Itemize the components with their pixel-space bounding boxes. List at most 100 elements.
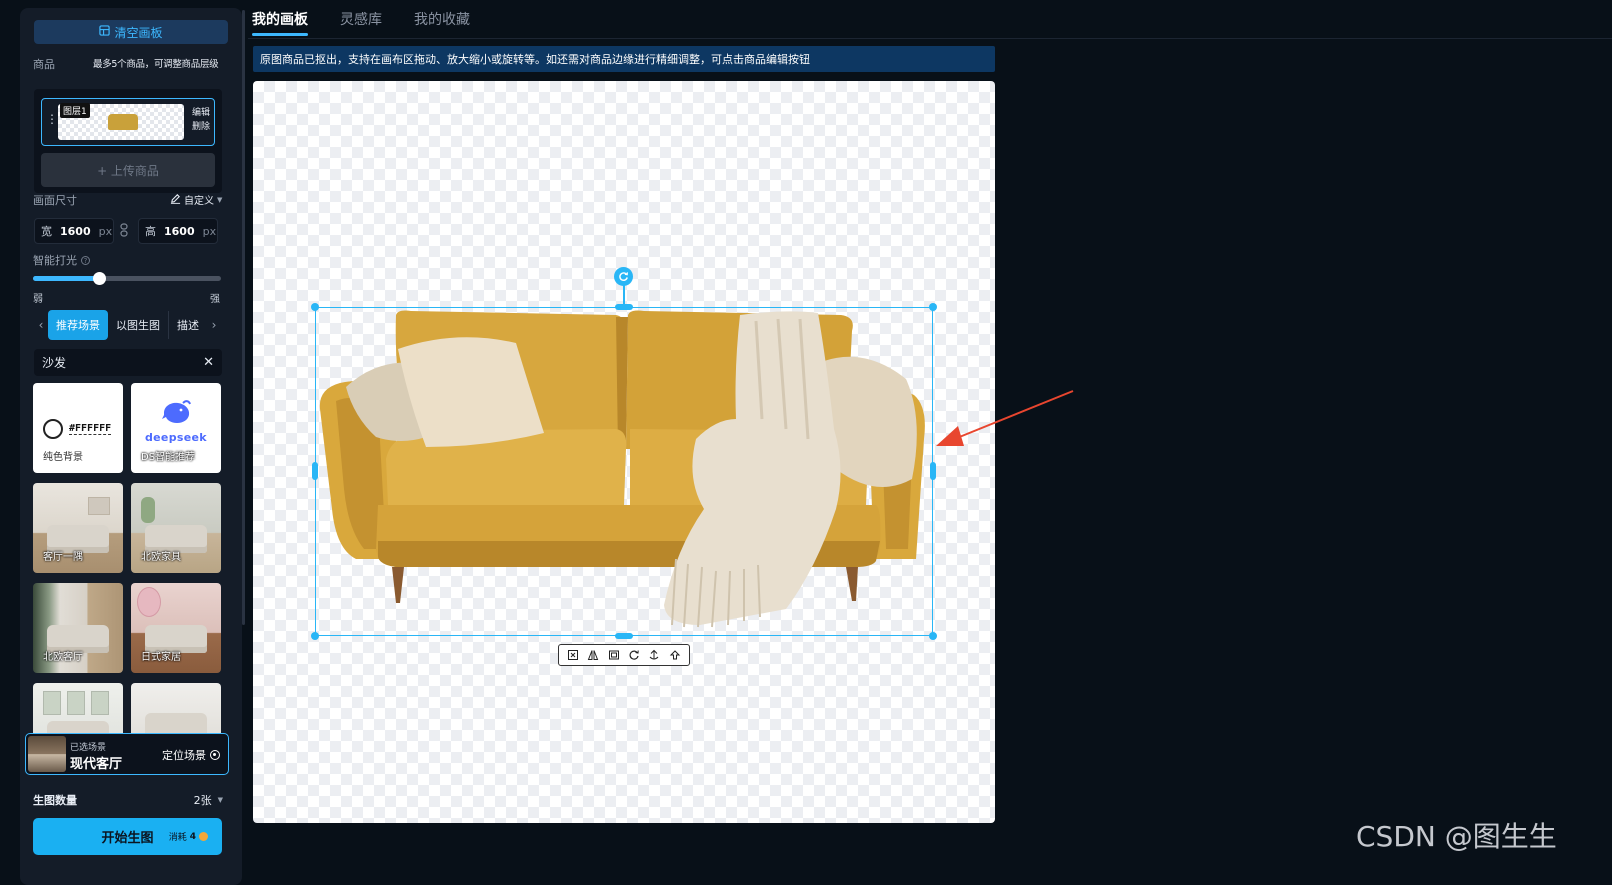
resize-handle-top-left[interactable] (311, 303, 319, 311)
chevron-down-icon: ▼ (217, 796, 223, 804)
height-field[interactable]: 高 1600 px (138, 218, 218, 244)
scene-search-input[interactable]: 沙发 ✕ (34, 349, 222, 376)
chevron-left-icon[interactable]: ‹ (34, 318, 48, 332)
image-count-dropdown[interactable]: 2张 ▼ (194, 792, 223, 808)
clear-canvas-button[interactable]: 清空画板 (34, 20, 228, 44)
anchor-icon[interactable] (646, 647, 662, 663)
cost-indicator: 消耗 4 (169, 830, 208, 843)
help-icon[interactable]: ? (81, 255, 90, 265)
locate-scene-label: 定位场景 (162, 749, 206, 762)
selected-scene-caption: 已选场景 (70, 743, 107, 753)
couch-preview (47, 721, 109, 733)
object-toolbar (558, 644, 690, 666)
link-icon[interactable] (120, 223, 128, 240)
tab-favorites[interactable]: 我的收藏 (414, 0, 470, 38)
flip-icon[interactable] (585, 647, 601, 663)
image-count-value: 2张 (193, 794, 212, 807)
chevron-right-icon[interactable]: › (207, 318, 221, 332)
wall-art (43, 691, 61, 715)
notice-bar: 原图商品已抠出，支持在画布区拖动、放大缩小或旋转等。如还需对商品边缘进行精细调整… (253, 46, 995, 72)
product-list: ⋮ 图层1 编辑 删除 + 上传商品 (34, 89, 222, 193)
layout-icon (99, 25, 111, 39)
resize-handle-top-right[interactable] (929, 303, 937, 311)
blossom-art (137, 587, 161, 617)
locate-scene-button[interactable]: 定位场景 (162, 747, 220, 763)
start-generate-button[interactable]: 开始生图 消耗 4 (33, 818, 222, 855)
watermark: CSDN @图生生 (1356, 820, 1557, 853)
tab-my-canvas[interactable]: 我的画板 (252, 0, 308, 38)
deepseek-whale-icon (162, 400, 191, 423)
product-section-label: 商品 (33, 58, 55, 71)
lighting-label: 智能打光 (33, 254, 77, 267)
target-icon (210, 750, 220, 760)
image-count-label: 生图数量 (33, 794, 77, 807)
selected-scene-bar[interactable]: 已选场景 现代客厅 定位场景 (25, 733, 229, 775)
plant-icon (141, 497, 155, 523)
product-hint: 最多5个商品，可调整商品层级 (93, 59, 219, 70)
scene-tile-label: DS智能推荐 (141, 452, 196, 463)
selected-scene-thumbnail (28, 736, 66, 772)
fit-frame-icon[interactable] (606, 647, 622, 663)
scene-tile-plain[interactable] (131, 683, 221, 733)
drag-handle-icon[interactable]: ⋮ (46, 112, 58, 126)
scene-tile-gallery[interactable] (33, 683, 123, 733)
width-value[interactable]: 1600 (60, 225, 91, 238)
scene-tile-label: 北欧客厅 (43, 652, 83, 663)
crop-icon[interactable] (565, 647, 581, 663)
lighting-slider-thumb[interactable] (92, 272, 106, 285)
scene-tile-nordic-living[interactable]: 北欧客厅 (33, 583, 123, 673)
weak-label: 弱 (33, 294, 43, 305)
resize-handle-right[interactable] (930, 462, 936, 480)
color-swatch-icon (43, 419, 63, 439)
cost-label: 消耗 (168, 833, 187, 843)
tab-inspiration[interactable]: 灵感库 (340, 0, 382, 38)
reset-rotation-icon[interactable] (626, 647, 642, 663)
height-value[interactable]: 1600 (164, 225, 195, 238)
scene-search-value: 沙发 (42, 356, 67, 370)
scene-tile-ds-recommend[interactable]: deepseek DS智能推荐 (131, 383, 221, 473)
rotate-icon[interactable] (614, 267, 633, 286)
chevron-down-icon: ▼ (217, 195, 223, 204)
width-unit: px (98, 224, 113, 238)
top-tabs: 我的画板 灵感库 我的收藏 (252, 0, 470, 38)
scene-tile-nordic-furniture[interactable]: 北欧家具 (131, 483, 221, 573)
layer-actions: 编辑 删除 (192, 106, 210, 134)
couch-preview (145, 713, 207, 733)
edit-layer-button[interactable]: 编辑 (192, 106, 210, 120)
scene-tile-solid-color[interactable]: #FFFFFF 纯色背景 (33, 383, 123, 473)
selected-scene-name: 现代客厅 (70, 757, 123, 772)
resize-handle-bottom-right[interactable] (929, 632, 937, 640)
deepseek-logo: deepseek (145, 431, 207, 444)
height-unit: px (202, 224, 217, 238)
canvas[interactable] (253, 81, 995, 823)
resize-handle-bottom[interactable] (615, 633, 633, 639)
layer-card[interactable]: ⋮ 图层1 编辑 删除 (41, 98, 215, 146)
wall-art (91, 691, 109, 715)
annotation-arrow-icon (936, 390, 1074, 446)
scene-tile-label: 客厅一隅 (43, 552, 83, 563)
size-mode-dropdown[interactable]: 自定义 ▼ (170, 192, 222, 207)
scene-tile-japanese-home[interactable]: 日式家居 (131, 583, 221, 673)
delete-layer-button[interactable]: 删除 (192, 120, 210, 134)
selection-box[interactable] (315, 307, 933, 636)
start-generate-label: 开始生图 (101, 831, 154, 846)
scene-tile-label: 纯色背景 (43, 452, 83, 463)
tab-image-to-image[interactable]: 以图生图 (108, 310, 168, 340)
tab-description[interactable]: 描述 (169, 310, 207, 340)
close-icon[interactable]: ✕ (203, 355, 214, 370)
resize-handle-left[interactable] (312, 462, 318, 480)
size-mode-label: 自定义 (184, 196, 214, 207)
wall-art (67, 691, 85, 715)
move-up-layer-icon[interactable] (667, 647, 683, 663)
lighting-label-row: 智能打光 ? (33, 252, 90, 268)
lighting-slider[interactable] (33, 272, 221, 285)
top-divider (248, 38, 1612, 39)
resize-handle-bottom-left[interactable] (311, 632, 319, 640)
left-panel-scrollbar[interactable] (242, 10, 245, 625)
scene-tile-living-corner[interactable]: 客厅一隅 (33, 483, 123, 573)
upload-product-button[interactable]: + 上传商品 (41, 153, 215, 187)
width-field[interactable]: 宽 1600 px (34, 218, 114, 244)
rotate-connector (623, 283, 625, 307)
size-section-label: 画面尺寸 (33, 194, 77, 207)
tab-recommended-scenes[interactable]: 推荐场景 (48, 310, 108, 340)
